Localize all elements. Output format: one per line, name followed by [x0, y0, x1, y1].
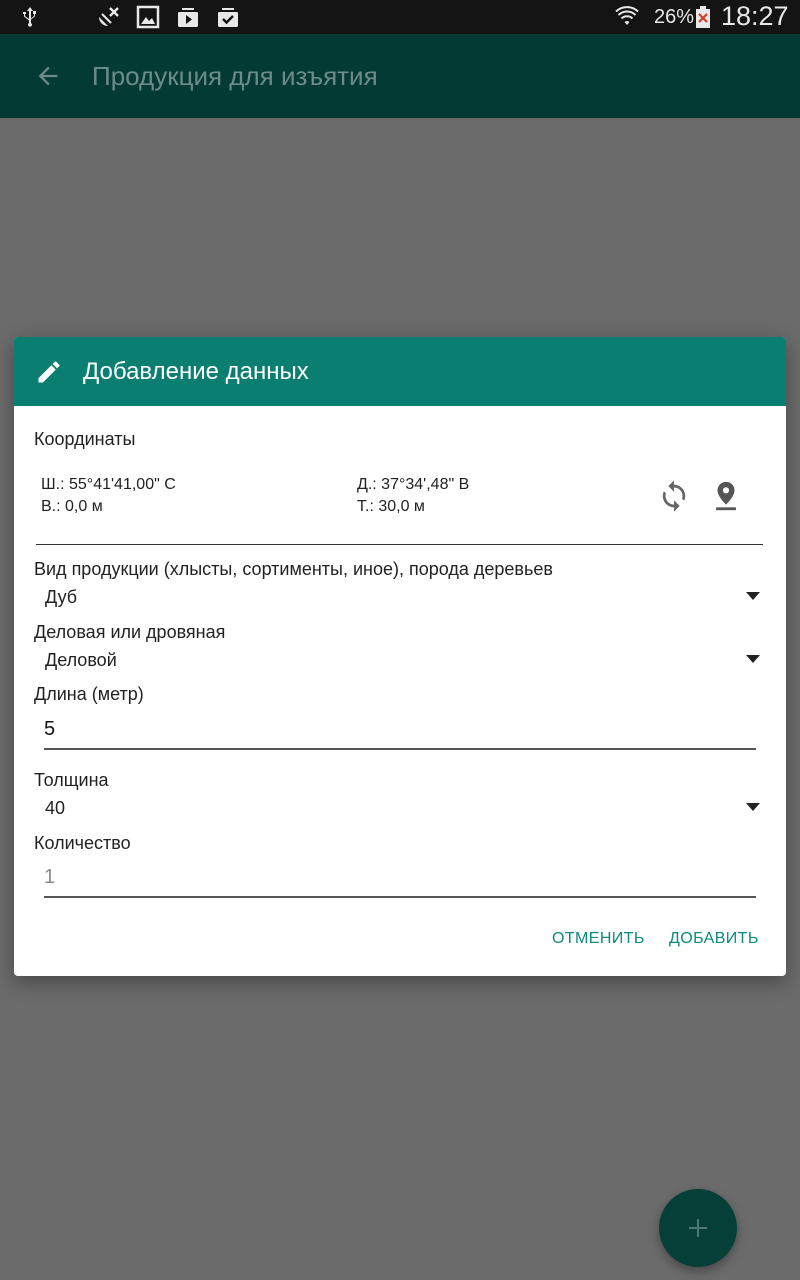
cancel-button[interactable]: ОТМЕНИТЬ — [552, 930, 645, 948]
clock: 18:27 — [721, 1, 789, 31]
app-bar: Продукция для изъятия — [0, 34, 800, 118]
wifi-icon — [615, 5, 639, 29]
wood-use-label: Деловая или дровяная — [34, 622, 226, 642]
dropdown-arrow-icon[interactable] — [746, 592, 760, 600]
add-button[interactable]: ДОБАВИТЬ — [669, 930, 759, 948]
check-library-icon — [216, 5, 240, 29]
thickness-value: 40 — [45, 798, 66, 818]
wood-use-value: Деловой — [45, 650, 117, 670]
add-fab[interactable] — [659, 1189, 737, 1267]
battery-icon — [694, 5, 712, 29]
arrow-back-icon[interactable] — [34, 62, 62, 90]
status-bar: 26% 18:27 — [0, 0, 800, 34]
plus-icon — [689, 1219, 707, 1237]
quantity-label: Количество — [34, 833, 131, 853]
dialog-header: Добавление данных — [14, 337, 786, 406]
dropdown-arrow-icon[interactable] — [746, 655, 760, 663]
battery-percent: 26% — [654, 6, 695, 28]
accuracy-value: Т.: 30,0 м — [357, 498, 425, 515]
length-input[interactable]: 5 — [44, 712, 756, 750]
location-pin-icon[interactable] — [709, 479, 743, 513]
quantity-input[interactable]: 1 — [44, 860, 756, 898]
coordinates-label: Координаты — [34, 429, 136, 449]
add-data-dialog: Добавление данных Координаты Ш.: 55°41'4… — [14, 337, 786, 976]
dialog-title: Добавление данных — [83, 358, 309, 385]
pencil-icon — [35, 358, 63, 386]
altitude-value: В.: 0,0 м — [41, 498, 103, 515]
thickness-label: Толщина — [34, 770, 109, 790]
product-type-value: Дуб — [45, 587, 78, 607]
product-type-label: Вид продукции (хлысты, сортименты, иное)… — [34, 559, 553, 579]
page-title: Продукция для изъятия — [92, 61, 378, 91]
latitude-value: Ш.: 55°41'41,00" С — [41, 476, 176, 493]
length-value: 5 — [44, 718, 56, 740]
quantity-placeholder: 1 — [44, 866, 56, 888]
satellite-off-icon — [96, 5, 120, 29]
refresh-icon[interactable] — [657, 479, 691, 513]
longitude-value: Д.: 37°34',48" В — [357, 476, 470, 493]
image-icon — [136, 5, 160, 29]
coordinates-divider — [36, 544, 763, 545]
video-library-icon — [176, 5, 200, 29]
usb-icon — [18, 5, 42, 29]
length-label: Длина (метр) — [34, 684, 144, 704]
dropdown-arrow-icon[interactable] — [746, 803, 760, 811]
